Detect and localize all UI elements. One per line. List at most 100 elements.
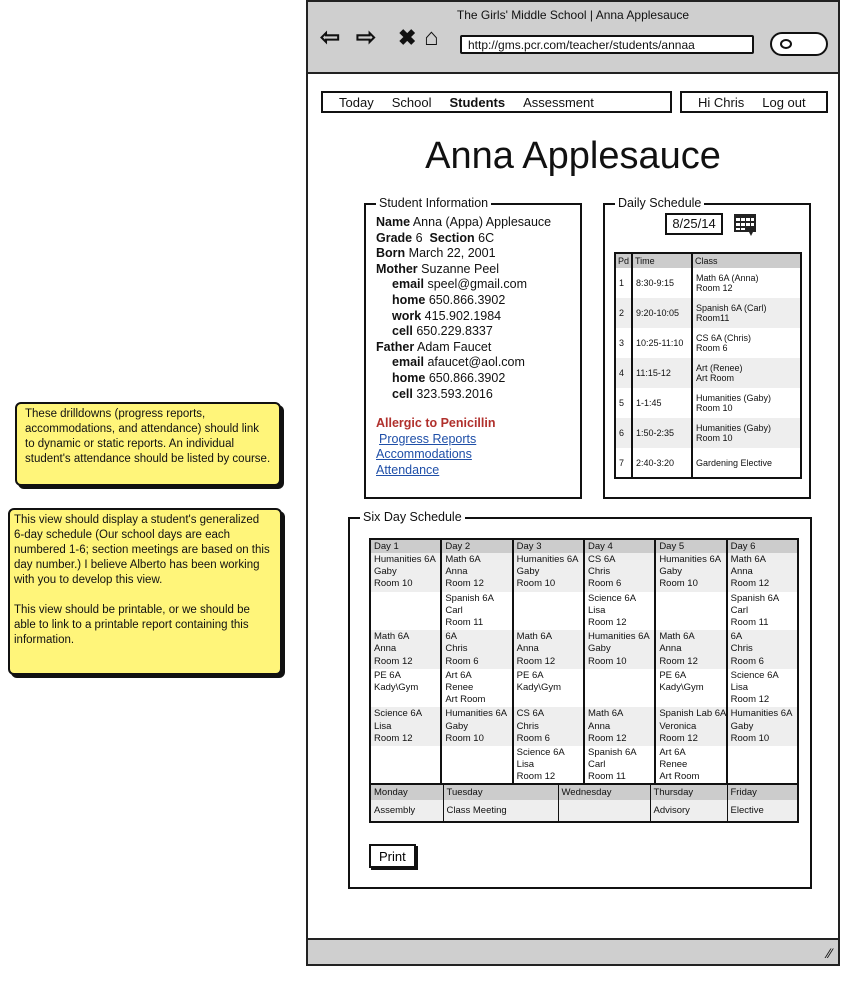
label: email (392, 277, 424, 292)
time-cell: 1:50-2:35 (631, 418, 693, 448)
progress-reports-link[interactable]: Progress Reports (376, 432, 570, 448)
greeting: Hi Chris (698, 94, 745, 110)
label: email (392, 355, 424, 370)
cell-line: Room 11 (730, 617, 769, 629)
cell-line: 6A (730, 631, 743, 643)
cell-line: Anna (659, 643, 682, 655)
schedule-cell: Math 6A Anna Room 12 (511, 630, 584, 669)
cell-line: Gaby (730, 720, 754, 732)
schedule-cell: Science 6A Lisa Room 12 (582, 591, 656, 631)
nav-students[interactable]: Students (449, 95, 505, 110)
column-header: Day 2 (440, 539, 513, 553)
cell-line: Chris (516, 720, 539, 732)
cell-line: Kady\Gym (659, 682, 704, 694)
cell-line: Gaby (587, 643, 611, 655)
table-row: PE 6A Kady\Gym Art 6A Renee Art Room PE 6A Kad… (368, 668, 798, 708)
class-cell: Humanities (Gaby) Room 10 (691, 418, 801, 448)
cell-line: Art 6A (659, 747, 686, 759)
table-row: Spanish 6A Carl Room 11 Science 6A Lisa Room … (368, 591, 798, 631)
cell-line: Humanities 6A (374, 554, 436, 565)
column-header: Pd (613, 253, 633, 268)
forward-arrow-icon[interactable]: ⇨ (356, 26, 376, 50)
back-arrow-icon[interactable]: ⇦ (320, 26, 340, 50)
nav-school[interactable]: School (392, 95, 432, 110)
label: Mother (376, 261, 418, 276)
cell-line: Anna (374, 643, 397, 655)
label: cell (392, 386, 413, 401)
print-button[interactable]: Print (369, 844, 416, 868)
cell-line: Room 12 (445, 578, 484, 590)
nav-assessment[interactable]: Assessment (523, 95, 594, 110)
cell-line: Room 12 (659, 732, 698, 744)
schedule-cell (511, 591, 584, 631)
nav-today[interactable]: Today (339, 95, 374, 110)
cell-line: Humanities 6A (516, 554, 579, 565)
period-cell: 6 (613, 418, 633, 448)
table-row: 2 9:20-10:05 Spanish 6A (Carl) Room11 (613, 298, 801, 328)
schedule-cell: Spanish 6A Carl Room 11 (582, 746, 656, 786)
cell-line: CS 6A (587, 554, 616, 565)
class-cell: Math 6A (Anna) Room 12 (691, 268, 801, 298)
logout-link[interactable]: Log out (762, 95, 805, 110)
schedule-cell: Humanities 6A Gaby Room 10 (440, 707, 513, 747)
label: Section (429, 230, 475, 245)
cell-line: Lisa (730, 682, 749, 694)
schedule-cell: CS 6A Chris Room 6 (582, 553, 656, 592)
cell-line: Renee (659, 759, 688, 771)
event-cell: Assembly (369, 800, 443, 822)
schedule-cell: Humanities 6A Gaby Room 10 (654, 553, 727, 592)
cell-line: Anna (516, 643, 539, 655)
accommodations-link[interactable]: Accommodations (376, 447, 570, 463)
cell-line: Math 6A (374, 631, 410, 643)
father-cell-phone: 323.593.2016 (416, 386, 493, 401)
home-icon[interactable]: ⌂ (424, 26, 439, 50)
student-name: Anna (Appa) Applesauce (412, 215, 552, 229)
birth-date: March 22, 2001 (408, 246, 496, 261)
cell-line: Lisa (587, 604, 606, 616)
cell-line: Science 6A (374, 708, 423, 720)
class-name: Math 6A (Anna) (696, 273, 759, 283)
url-input[interactable]: http://gms.pcr.com/teacher/students/anna… (460, 35, 754, 54)
close-icon[interactable]: ✖ (398, 26, 416, 50)
date-input[interactable]: 8/25/14 (665, 213, 723, 235)
schedule-cell (654, 591, 727, 631)
class-name: Humanities (Gaby) (696, 393, 772, 403)
resize-grip-icon[interactable]: ⁄⁄ (827, 945, 832, 961)
cell-line: Chris (587, 566, 611, 578)
period-cell: 3 (613, 328, 633, 358)
cell-line: Lisa (516, 759, 535, 771)
six-day-schedule-panel: Six Day Schedule Day 1 Day 2 Day 3 Day 4 Day… (348, 510, 812, 889)
class-cell: CS 6A (Chris) Room 6 (691, 328, 801, 358)
browser-statusbar: ⁄⁄ (308, 938, 838, 964)
time-cell: 9:20-10:05 (631, 298, 693, 328)
cell-line: Carl (445, 604, 463, 616)
cell-line: Kady\Gym (374, 682, 419, 694)
browser-window: The Girls' Middle School | Anna Applesau… (306, 0, 840, 966)
schedule-cell: PE 6A Kady\Gym (368, 668, 442, 708)
calendar-icon[interactable] (733, 212, 757, 236)
cell-line: Humanities 6A (587, 631, 650, 643)
cell-line: Humanities 6A (659, 554, 722, 565)
search-input[interactable] (770, 32, 828, 56)
cell-line: Spanish Lab 6A (659, 708, 727, 720)
panel-legend: Daily Schedule (615, 196, 705, 210)
browser-titlebar: The Girls' Middle School | Anna Applesau… (308, 2, 838, 74)
cell-line: Art Room (445, 694, 486, 706)
cell-line: Anna (445, 566, 468, 578)
annotation-note-drilldowns: These drilldowns (progress reports, acco… (15, 402, 281, 486)
period-cell: 7 (613, 448, 633, 478)
class-name: Gardening Elective (696, 457, 773, 468)
schedule-cell: 6A Chris Room 6 (725, 630, 798, 669)
time-cell: 11:15-12 (631, 358, 693, 388)
attendance-link[interactable]: Attendance (376, 463, 570, 479)
schedule-cell: Spanish 6A Carl Room 11 (725, 591, 798, 631)
father-name: Adam Faucet (417, 339, 492, 354)
column-header: Tuesday (442, 784, 558, 800)
panel-legend: Six Day Schedule (360, 510, 465, 524)
allergy-alert: Allergic to Penicillin (376, 416, 496, 431)
cell-line: Room 6 (445, 655, 479, 667)
schedule-cell (368, 591, 442, 631)
cell-line: Room 11 (445, 617, 484, 629)
cell-line: Science 6A (587, 592, 637, 604)
column-header: Monday (369, 784, 443, 800)
